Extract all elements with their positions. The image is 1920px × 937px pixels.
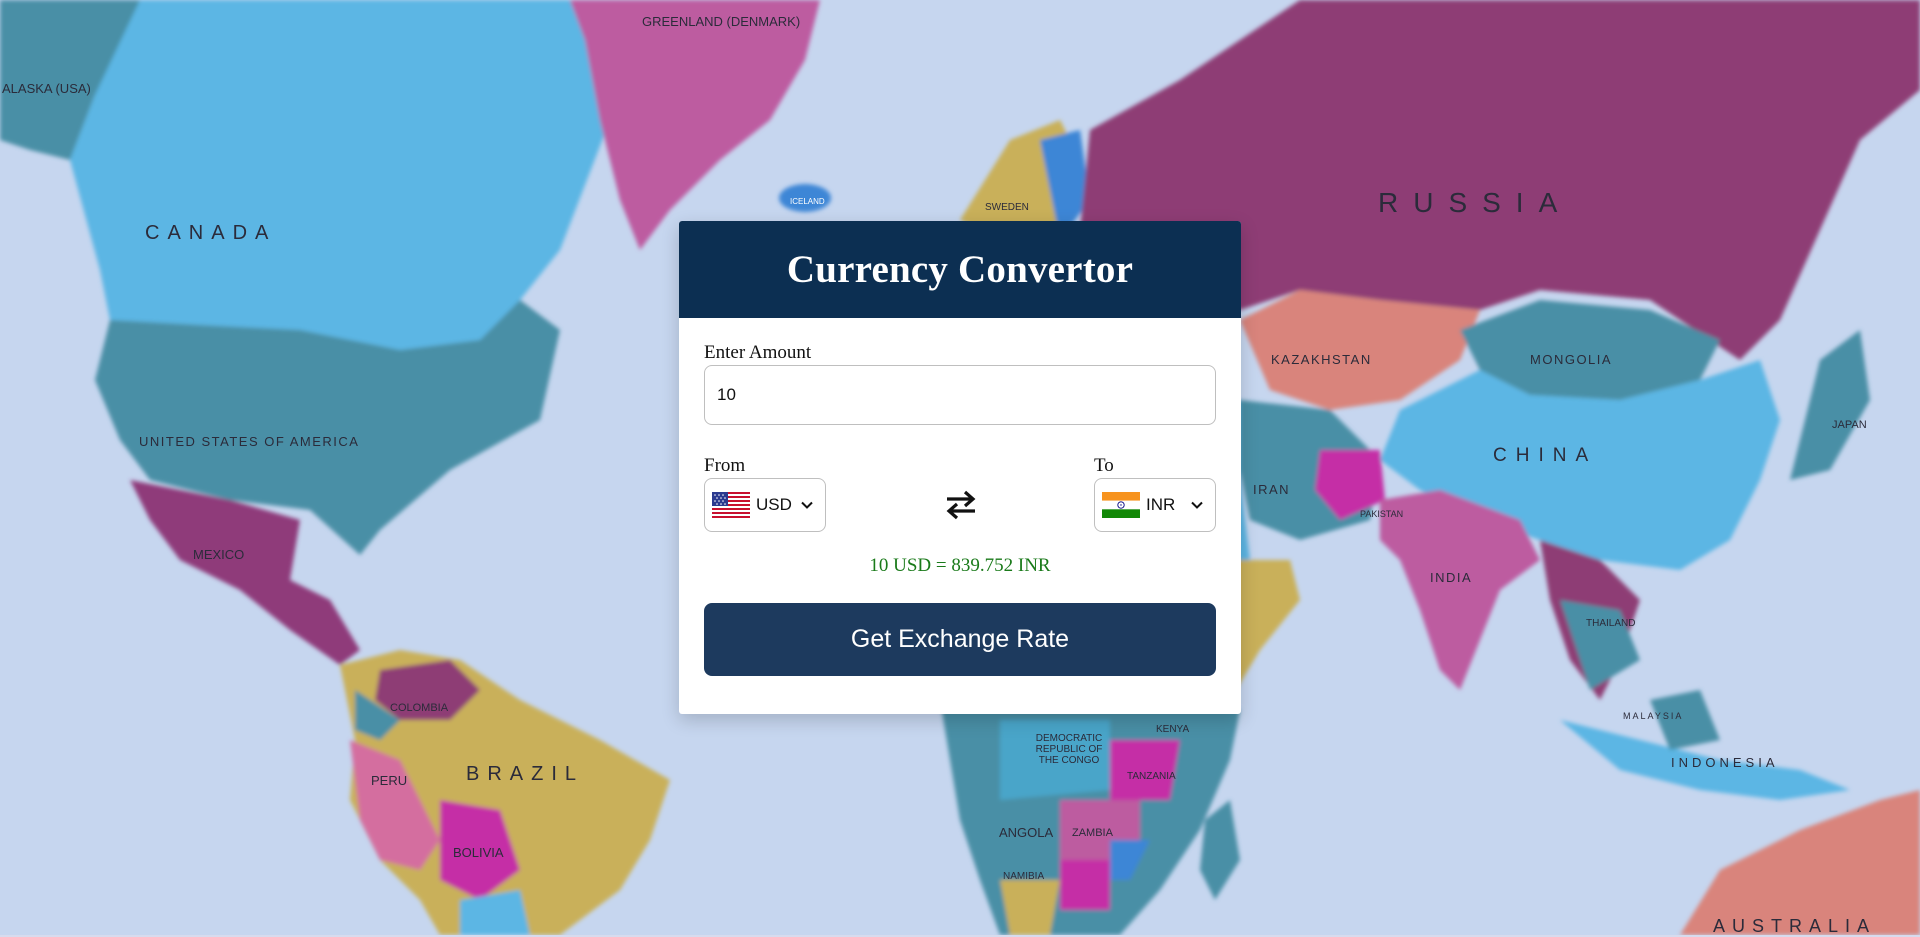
currency-converter-card: Currency Convertor Enter Amount From xyxy=(679,221,1241,714)
india-flag-icon xyxy=(1102,492,1140,518)
card-body: Enter Amount From xyxy=(679,318,1241,676)
chevron-down-icon xyxy=(1191,501,1203,509)
to-currency-select[interactable]: INR xyxy=(1094,478,1216,532)
from-group: From USD xyxy=(704,455,826,532)
swap-arrows-icon[interactable] xyxy=(944,488,978,522)
page-title: Currency Convertor xyxy=(786,248,1134,291)
card-header: Currency Convertor xyxy=(679,221,1241,318)
chevron-down-icon xyxy=(801,501,813,509)
amount-label: Enter Amount xyxy=(704,342,812,363)
exchange-result: 10 USD = 839.752 INR xyxy=(869,555,1051,576)
exchange-row: From USD To INR xyxy=(704,455,1216,553)
from-currency-code: USD xyxy=(756,495,792,514)
to-currency-code: INR xyxy=(1146,495,1176,514)
from-label: From xyxy=(704,455,746,476)
to-group: To INR xyxy=(1094,455,1216,532)
amount-input[interactable] xyxy=(704,365,1216,425)
us-flag-icon xyxy=(712,492,750,518)
from-currency-select[interactable]: USD xyxy=(704,478,826,532)
get-exchange-rate-button[interactable]: Get Exchange Rate xyxy=(704,603,1216,676)
to-label: To xyxy=(1094,455,1114,476)
